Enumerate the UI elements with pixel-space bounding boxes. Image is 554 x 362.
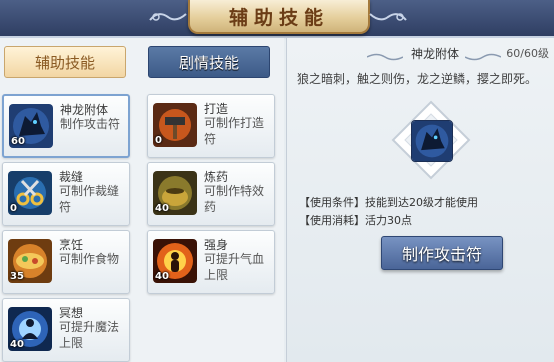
skill-desc: 可制作打造符 <box>204 116 265 146</box>
skill-card-forging[interactable]: 0 打造 可制作打造符 <box>147 94 275 158</box>
top-banner: 辅助技能 <box>0 0 554 38</box>
cloud-ornament-icon <box>369 13 407 21</box>
use-cost: 【使用消耗】活力30点 <box>299 214 412 227</box>
detail-icon-frame <box>391 100 471 180</box>
use-condition: 【使用条件】技能到达20级才能使用 <box>299 196 478 209</box>
skill-card-strengthen[interactable]: 40 强身 可提升气血上限 <box>147 230 275 294</box>
alchemy-cauldron-icon: 40 <box>153 171 197 215</box>
cloud-ornament-icon <box>149 13 187 21</box>
window-title: 辅助技能 <box>188 0 370 34</box>
skill-card-meditation[interactable]: 40 冥想 可提升魔法上限 <box>2 298 130 362</box>
skill-card-tailoring[interactable]: 0 裁缝 可制作裁缝符 <box>2 162 130 226</box>
food-bowl-icon: 35 <box>8 239 52 283</box>
skill-desc: 制作攻击符 <box>60 117 121 131</box>
skill-detail-panel: 神龙附体 60/60级 狼之暗刺，触之则伤，龙之逆鳞，撄之即死。 【使用条件】技… <box>286 38 554 362</box>
make-talisman-button[interactable]: 制作攻击符 <box>381 236 503 270</box>
skill-desc: 可制作特效药 <box>204 184 265 214</box>
meditation-icon: 40 <box>8 307 52 351</box>
skill-detail-header: 神龙附体 60/60级 <box>287 42 554 64</box>
skill-flavor-text: 狼之暗刺，触之则伤，龙之逆鳞，撄之即死。 <box>297 72 538 86</box>
skill-card-cooking[interactable]: 35 烹饪 可制作食物 <box>2 230 130 294</box>
anvil-hammer-icon: 0 <box>153 103 197 147</box>
scissors-icon: 0 <box>8 171 52 215</box>
tab-story-skills[interactable]: 剧情技能 <box>148 46 270 78</box>
fire-body-icon: 40 <box>153 239 197 283</box>
skill-card-dragon[interactable]: 60 神龙附体 制作攻击符 <box>2 94 130 158</box>
tab-assist-skills[interactable]: 辅助技能 <box>4 46 126 78</box>
skill-list-panel: 辅助技能 剧情技能 60 神龙附体 制作攻击符 0 打造 可制作打造符 0 裁缝… <box>0 38 284 362</box>
flourish-ornament-icon <box>367 53 403 61</box>
skill-desc: 可制作食物 <box>59 252 120 266</box>
dragon-head-icon <box>411 120 453 162</box>
flourish-ornament-icon <box>465 53 501 61</box>
skill-desc: 可提升魔法上限 <box>59 320 120 350</box>
skill-card-alchemy[interactable]: 40 炼药 可制作特效药 <box>147 162 275 226</box>
detail-skill-level: 60/60级 <box>506 47 549 60</box>
dragon-head-icon: 60 <box>9 104 53 148</box>
detail-skill-name: 神龙附体 <box>411 47 460 61</box>
skill-desc: 可制作裁缝符 <box>59 184 120 214</box>
skill-desc: 可提升气血上限 <box>204 252 265 282</box>
